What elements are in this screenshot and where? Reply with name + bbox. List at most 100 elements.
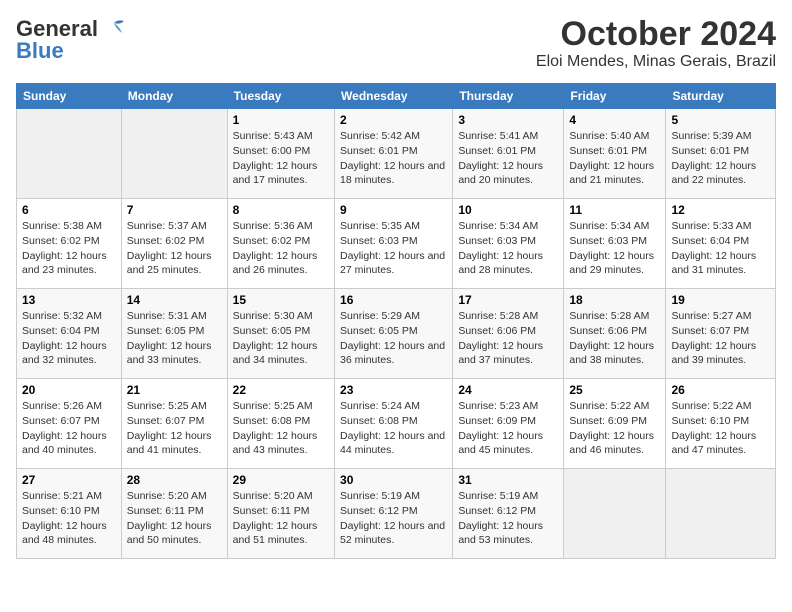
day-info: Sunrise: 5:34 AMSunset: 6:03 PMDaylight:… — [458, 219, 558, 278]
day-number: 29 — [233, 473, 329, 487]
day-info: Sunrise: 5:26 AMSunset: 6:07 PMDaylight:… — [22, 399, 116, 458]
day-info: Sunrise: 5:19 AMSunset: 6:12 PMDaylight:… — [458, 489, 558, 548]
day-info: Sunrise: 5:43 AMSunset: 6:00 PMDaylight:… — [233, 129, 329, 188]
calendar-cell: 25 Sunrise: 5:22 AMSunset: 6:09 PMDayligh… — [564, 379, 666, 469]
page-header: General Blue October 2024 Eloi Mendes, M… — [16, 16, 776, 71]
calendar-cell: 23 Sunrise: 5:24 AMSunset: 6:08 PMDayligh… — [335, 379, 453, 469]
calendar-cell: 4 Sunrise: 5:40 AMSunset: 6:01 PMDaylight… — [564, 109, 666, 199]
day-info: Sunrise: 5:40 AMSunset: 6:01 PMDaylight:… — [569, 129, 660, 188]
weekday-header-saturday: Saturday — [666, 84, 776, 109]
day-info: Sunrise: 5:28 AMSunset: 6:06 PMDaylight:… — [569, 309, 660, 368]
day-info: Sunrise: 5:29 AMSunset: 6:05 PMDaylight:… — [340, 309, 447, 368]
calendar-cell: 5 Sunrise: 5:39 AMSunset: 6:01 PMDaylight… — [666, 109, 776, 199]
calendar-cell: 18Sunrise: 5:28 AMSunset: 6:06 PMDayligh… — [564, 289, 666, 379]
day-number: 21 — [127, 383, 222, 397]
calendar-cell: 27Sunrise: 5:21 AMSunset: 6:10 PMDayligh… — [17, 469, 122, 559]
day-info: Sunrise: 5:37 AMSunset: 6:02 PMDaylight:… — [127, 219, 222, 278]
day-info: Sunrise: 5:25 AMSunset: 6:07 PMDaylight:… — [127, 399, 222, 458]
day-info: Sunrise: 5:20 AMSunset: 6:11 PMDaylight:… — [127, 489, 222, 548]
calendar-week-row: 1Sunrise: 5:43 AMSunset: 6:00 PMDaylight… — [17, 109, 776, 199]
calendar-cell — [121, 109, 227, 199]
calendar-week-row: 20 Sunrise: 5:26 AMSunset: 6:07 PMDayligh… — [17, 379, 776, 469]
calendar-cell: 24Sunrise: 5:23 AMSunset: 6:09 PMDayligh… — [453, 379, 564, 469]
day-number: 5 — [671, 113, 770, 127]
calendar-cell: 3 Sunrise: 5:41 AMSunset: 6:01 PMDaylight… — [453, 109, 564, 199]
calendar-cell: 14 Sunrise: 5:31 AMSunset: 6:05 PMDayligh… — [121, 289, 227, 379]
day-number: 11 — [569, 203, 660, 217]
day-info: Sunrise: 5:34 AMSunset: 6:03 PMDaylight:… — [569, 219, 660, 278]
day-number: 9 — [340, 203, 447, 217]
calendar-cell: 8 Sunrise: 5:36 AMSunset: 6:02 PMDaylight… — [227, 199, 334, 289]
day-number: 14 — [127, 293, 222, 307]
calendar-cell: 31 Sunrise: 5:19 AMSunset: 6:12 PMDayligh… — [453, 469, 564, 559]
weekday-header-tuesday: Tuesday — [227, 84, 334, 109]
calendar-cell: 28 Sunrise: 5:20 AMSunset: 6:11 PMDayligh… — [121, 469, 227, 559]
day-info: Sunrise: 5:23 AMSunset: 6:09 PMDaylight:… — [458, 399, 558, 458]
day-info: Sunrise: 5:27 AMSunset: 6:07 PMDaylight:… — [671, 309, 770, 368]
day-number: 3 — [458, 113, 558, 127]
day-number: 12 — [671, 203, 770, 217]
logo: General Blue — [16, 16, 128, 64]
day-info: Sunrise: 5:22 AMSunset: 6:09 PMDaylight:… — [569, 399, 660, 458]
day-info: Sunrise: 5:42 AMSunset: 6:01 PMDaylight:… — [340, 129, 447, 188]
day-number: 2 — [340, 113, 447, 127]
day-info: Sunrise: 5:24 AMSunset: 6:08 PMDaylight:… — [340, 399, 447, 458]
calendar-cell: 22 Sunrise: 5:25 AMSunset: 6:08 PMDayligh… — [227, 379, 334, 469]
day-info: Sunrise: 5:28 AMSunset: 6:06 PMDaylight:… — [458, 309, 558, 368]
day-number: 20 — [22, 383, 116, 397]
day-info: Sunrise: 5:32 AMSunset: 6:04 PMDaylight:… — [22, 309, 116, 368]
calendar-week-row: 13 Sunrise: 5:32 AMSunset: 6:04 PMDayligh… — [17, 289, 776, 379]
calendar-title: October 2024 — [536, 16, 776, 53]
day-number: 19 — [671, 293, 770, 307]
calendar-cell — [666, 469, 776, 559]
logo-bird-icon — [100, 19, 128, 39]
day-number: 15 — [233, 293, 329, 307]
calendar-subtitle: Eloi Mendes, Minas Gerais, Brazil — [536, 53, 776, 71]
calendar-cell: 11 Sunrise: 5:34 AMSunset: 6:03 PMDayligh… — [564, 199, 666, 289]
day-number: 31 — [458, 473, 558, 487]
weekday-header-monday: Monday — [121, 84, 227, 109]
day-info: Sunrise: 5:22 AMSunset: 6:10 PMDaylight:… — [671, 399, 770, 458]
weekday-header-thursday: Thursday — [453, 84, 564, 109]
calendar-cell: 20 Sunrise: 5:26 AMSunset: 6:07 PMDayligh… — [17, 379, 122, 469]
day-number: 26 — [671, 383, 770, 397]
day-number: 7 — [127, 203, 222, 217]
day-number: 13 — [22, 293, 116, 307]
weekday-header-wednesday: Wednesday — [335, 84, 453, 109]
calendar-cell: 17Sunrise: 5:28 AMSunset: 6:06 PMDayligh… — [453, 289, 564, 379]
day-info: Sunrise: 5:36 AMSunset: 6:02 PMDaylight:… — [233, 219, 329, 278]
day-number: 23 — [340, 383, 447, 397]
calendar-cell: 21 Sunrise: 5:25 AMSunset: 6:07 PMDayligh… — [121, 379, 227, 469]
day-info: Sunrise: 5:39 AMSunset: 6:01 PMDaylight:… — [671, 129, 770, 188]
calendar-cell: 26 Sunrise: 5:22 AMSunset: 6:10 PMDayligh… — [666, 379, 776, 469]
calendar-table: SundayMondayTuesdayWednesdayThursdayFrid… — [16, 83, 776, 559]
calendar-cell: 7 Sunrise: 5:37 AMSunset: 6:02 PMDaylight… — [121, 199, 227, 289]
day-number: 22 — [233, 383, 329, 397]
calendar-cell: 16 Sunrise: 5:29 AMSunset: 6:05 PMDayligh… — [335, 289, 453, 379]
calendar-cell: 29 Sunrise: 5:20 AMSunset: 6:11 PMDayligh… — [227, 469, 334, 559]
calendar-cell: 1Sunrise: 5:43 AMSunset: 6:00 PMDaylight… — [227, 109, 334, 199]
day-info: Sunrise: 5:19 AMSunset: 6:12 PMDaylight:… — [340, 489, 447, 548]
calendar-cell: 6Sunrise: 5:38 AMSunset: 6:02 PMDaylight… — [17, 199, 122, 289]
day-info: Sunrise: 5:30 AMSunset: 6:05 PMDaylight:… — [233, 309, 329, 368]
calendar-cell: 15 Sunrise: 5:30 AMSunset: 6:05 PMDayligh… — [227, 289, 334, 379]
day-number: 4 — [569, 113, 660, 127]
day-info: Sunrise: 5:33 AMSunset: 6:04 PMDaylight:… — [671, 219, 770, 278]
calendar-cell: 13 Sunrise: 5:32 AMSunset: 6:04 PMDayligh… — [17, 289, 122, 379]
day-number: 25 — [569, 383, 660, 397]
day-number: 28 — [127, 473, 222, 487]
calendar-cell: 12 Sunrise: 5:33 AMSunset: 6:04 PMDayligh… — [666, 199, 776, 289]
calendar-week-row: 27Sunrise: 5:21 AMSunset: 6:10 PMDayligh… — [17, 469, 776, 559]
day-info: Sunrise: 5:35 AMSunset: 6:03 PMDaylight:… — [340, 219, 447, 278]
day-number: 8 — [233, 203, 329, 217]
day-info: Sunrise: 5:41 AMSunset: 6:01 PMDaylight:… — [458, 129, 558, 188]
day-info: Sunrise: 5:25 AMSunset: 6:08 PMDaylight:… — [233, 399, 329, 458]
calendar-cell: 9 Sunrise: 5:35 AMSunset: 6:03 PMDaylight… — [335, 199, 453, 289]
day-info: Sunrise: 5:38 AMSunset: 6:02 PMDaylight:… — [22, 219, 116, 278]
day-number: 10 — [458, 203, 558, 217]
day-number: 16 — [340, 293, 447, 307]
day-info: Sunrise: 5:20 AMSunset: 6:11 PMDaylight:… — [233, 489, 329, 548]
day-info: Sunrise: 5:31 AMSunset: 6:05 PMDaylight:… — [127, 309, 222, 368]
day-info: Sunrise: 5:21 AMSunset: 6:10 PMDaylight:… — [22, 489, 116, 548]
calendar-cell: 10 Sunrise: 5:34 AMSunset: 6:03 PMDayligh… — [453, 199, 564, 289]
